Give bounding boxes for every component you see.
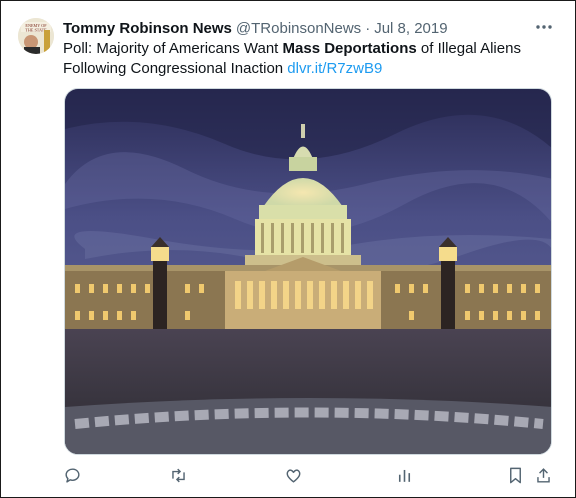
tweet-header: Tommy Robinson News @TRobinsonNews · Jul… xyxy=(63,18,448,38)
header-separator: · xyxy=(365,19,371,37)
tweet-date[interactable]: Jul 8, 2019 xyxy=(374,20,447,37)
views-icon xyxy=(398,469,410,482)
like-button[interactable] xyxy=(279,461,307,489)
tweet-text: Poll: Majority of Americans Want Mass De… xyxy=(63,39,543,79)
tweet-link[interactable]: dlvr.it/R7zwB9 xyxy=(287,60,382,77)
tweet-media-image[interactable] xyxy=(64,88,552,455)
like-icon xyxy=(286,468,300,483)
tweet-text-part: Poll: Majority of Americans Want xyxy=(63,40,283,57)
views-button[interactable] xyxy=(390,461,418,489)
retweet-button[interactable] xyxy=(164,461,192,489)
tweet-text-bold: Mass Deportations xyxy=(282,40,417,57)
tweet-card: ENEMY OF THE STATE Tommy Robinson News @… xyxy=(0,0,576,498)
ellipsis-icon xyxy=(536,25,552,29)
reply-button[interactable] xyxy=(58,461,86,489)
avatar[interactable]: ENEMY OF THE STATE xyxy=(18,18,54,54)
bookmark-icon xyxy=(509,467,521,483)
svg-text:THE STATE: THE STATE xyxy=(25,28,47,33)
more-options-button[interactable] xyxy=(533,17,555,37)
reply-icon xyxy=(64,467,80,483)
author-handle[interactable]: @TRobinsonNews xyxy=(236,20,361,37)
action-bar xyxy=(1,461,576,489)
share-button[interactable] xyxy=(529,461,557,489)
share-icon xyxy=(536,467,550,483)
us-capitol-photo xyxy=(65,89,551,454)
retweet-icon xyxy=(171,468,185,482)
author-name[interactable]: Tommy Robinson News xyxy=(63,20,232,37)
bookmark-button[interactable] xyxy=(501,461,529,489)
avatar-image: ENEMY OF THE STATE xyxy=(18,18,54,54)
